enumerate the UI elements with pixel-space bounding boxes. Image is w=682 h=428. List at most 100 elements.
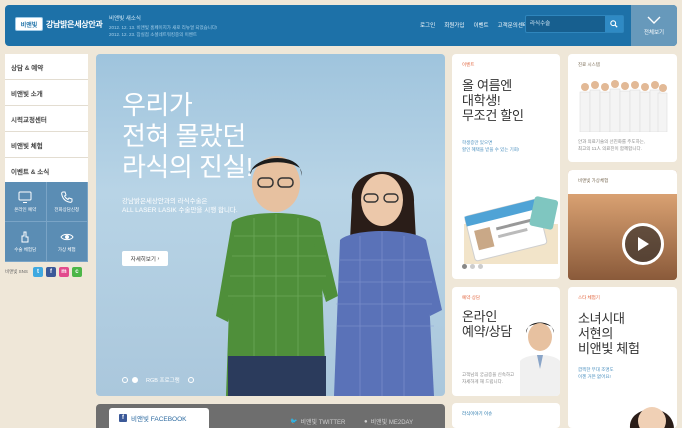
site-logo[interactable]: 비앤빛 강남밝은세상안과 — [15, 17, 103, 31]
issue-card[interactable]: 라식이야기 이슈 — [452, 403, 560, 428]
twitter-tab[interactable]: 🐦 비앤빛 TWITTER — [290, 417, 345, 426]
side-nav: 상담 & 예약 비앤빛 소개 시력교정센터 비앤빛 체험 이벤트 & 소식 — [5, 54, 88, 184]
facebook-icon[interactable]: f — [45, 267, 56, 277]
story-desc: 깜찍한 무대 조명도 이젠 거뜬 없어요! — [578, 367, 614, 380]
student-card-image — [464, 196, 559, 264]
login-link[interactable]: 로그인 — [420, 21, 435, 29]
staff-card[interactable]: 진료 시스템 안과 의료기술의 선진화를 주도하는, 최고의 11人 의료진이 … — [568, 54, 677, 162]
consult-title-line: 예약/상담 — [462, 324, 512, 339]
card-tag: 예약·상담 — [462, 295, 481, 300]
social-bar: f 비앤빛 FACEBOOK 🐦 비앤빛 TWITTER ● 비앤빛 ME2DA… — [96, 404, 445, 428]
play-icon — [638, 237, 649, 251]
consult-desc-line: 고객님의 궁금증을 신속하고 — [462, 372, 515, 377]
news-item[interactable]: 2012. 12. 13. 비앤빛 홈페이지가 새로 리뉴얼 되었습니다! — [109, 25, 217, 32]
star-photo — [629, 407, 674, 428]
quick-label: 수술 체험담 — [14, 247, 37, 252]
nav-item-consult[interactable]: 상담 & 예약 — [5, 54, 88, 80]
news-item[interactable]: 2012. 12. 23. 잠실점 소셜네트워킹중의 이벤트 — [109, 32, 217, 39]
hero-banner[interactable]: 우리가 전혀 몰랐던 라식의 진실! 강남밝은세상안과의 라식수술은 ALL L… — [96, 54, 445, 396]
hero-subtext-line: ALL LASER LASIK 수술만을 시행 합니다. — [122, 207, 238, 214]
pager-dot[interactable] — [470, 264, 475, 269]
hero-headline: 우리가 전혀 몰랐던 라식의 진실! — [122, 90, 253, 183]
story-desc-line: 깜찍한 무대 조명도 — [578, 367, 614, 372]
nav-item-experience[interactable]: 비앤빛 체험 — [5, 132, 88, 158]
pager-dot[interactable] — [462, 264, 467, 269]
staff-desc-line: 최고의 11人 의료진이 함께합니다. — [578, 145, 642, 151]
me2day-icon[interactable]: m — [58, 267, 69, 277]
news-list: 2012. 12. 13. 비앤빛 홈페이지가 새로 리뉴얼 되었습니다! 20… — [109, 25, 217, 38]
sns-links: 비앤빛 SNS t f m c — [5, 267, 82, 277]
event-link[interactable]: 이벤트 — [473, 21, 488, 29]
hand-icon — [21, 231, 29, 243]
quick-online-booking[interactable]: 온라인 예약 — [5, 182, 47, 222]
event-desc-line: 할인 혜택을 받을 수 있는 기회! — [462, 146, 520, 152]
slide-dot[interactable] — [122, 377, 128, 383]
quick-phone-consult[interactable]: 전화상담신청 — [46, 182, 88, 222]
star-story-card[interactable]: 스타 체험기 소녀시대 서현의 비앤빛 체험 깜찍한 무대 조명도 이젠 거뜬 … — [568, 287, 677, 428]
slide-dot[interactable] — [187, 377, 194, 383]
nav-item-vision-center[interactable]: 시력교정센터 — [5, 106, 88, 132]
virtual-experience-card[interactable]: 비앤빛 가상체험 — [568, 170, 677, 280]
me2day-tab[interactable]: ● 비앤빛 ME2DAY — [364, 417, 414, 427]
me2day-icon: ● — [364, 418, 368, 425]
signup-link[interactable]: 회원가입 — [444, 21, 464, 29]
eye-icon — [60, 233, 74, 241]
chevron-right-icon: › — [155, 255, 160, 262]
nav-item-events[interactable]: 이벤트 & 소식 — [5, 158, 88, 184]
search-input[interactable] — [530, 18, 604, 30]
doctors-photo — [579, 80, 668, 132]
me2day-tab-label: 비앤빛 ME2DAY — [370, 420, 414, 426]
quick-label: 전화상담신청 — [54, 207, 80, 212]
top-links: 로그인 회원가입 이벤트 고객문의센터 — [420, 21, 528, 29]
hero-subtext: 강남밝은세상안과의 라식수술은 ALL LASER LASIK 수술만을 시행 … — [122, 197, 238, 215]
hero-photo-woman — [334, 171, 442, 396]
news-title: 비앤빛 새소식 — [109, 16, 141, 22]
hero-caption: RGB 프로그램 — [146, 378, 180, 384]
phone-icon — [60, 191, 73, 203]
hero-subtext-line: 강남밝은세상안과의 라식수술은 — [122, 198, 208, 205]
hero-photo-man — [216, 156, 338, 396]
search-icon — [610, 20, 618, 28]
quick-virtual-experience[interactable]: 가상 체험 — [46, 222, 88, 262]
consult-card[interactable]: 예약·상담 온라인 예약/상담 고객님의 궁금증을 신속하고 자세하게 해 드립… — [452, 287, 560, 396]
consult-desc-line: 자세하게 해 드립니다. — [462, 378, 504, 384]
view-all-button[interactable]: 전체보기 — [631, 5, 677, 46]
play-button[interactable] — [622, 223, 664, 265]
hero-headline-line: 라식의 진실! — [122, 152, 253, 182]
consult-title-line: 온라인 — [462, 309, 497, 324]
staff-desc-line: 안과 의료기술의 선진화를 주도하는, — [578, 139, 646, 144]
event-card[interactable]: 이벤트 올 여름엔 대학생! 무조건 할인 학생증만 있으면 할인 혜택을 받을… — [452, 54, 560, 279]
facebook-icon: f — [119, 414, 127, 422]
hero-more-button[interactable]: 자세히보기 › — [122, 251, 168, 266]
story-title-line: 비앤빛 체험 — [578, 341, 640, 356]
logo-mark: 비앤빛 — [15, 17, 43, 31]
card-tag: 비앤빛 가상체험 — [578, 178, 609, 183]
quick-label: 온라인 예약 — [14, 207, 37, 212]
nav-item-about[interactable]: 비앤빛 소개 — [5, 80, 88, 106]
event-title-line: 대학생! — [462, 93, 501, 108]
support-link[interactable]: 고객문의센터 — [498, 21, 528, 29]
twitter-icon[interactable]: t — [32, 267, 43, 277]
chat-icon[interactable]: c — [71, 267, 82, 277]
facebook-tab[interactable]: f 비앤빛 FACEBOOK — [109, 408, 209, 428]
event-title-line: 무조건 할인 — [462, 108, 524, 123]
twitter-tab-label: 비앤빛 TWITTER — [300, 420, 346, 426]
slide-dot-active[interactable] — [132, 377, 138, 383]
hero-headline-line: 전혀 몰랐던 — [122, 121, 246, 151]
quick-menu: 온라인 예약 전화상담신청 수술 체험담 가상 체험 — [5, 182, 88, 262]
story-title-line: 서현의 — [578, 326, 613, 341]
search-button[interactable] — [605, 16, 623, 32]
story-desc-line: 이젠 거뜬 없어요! — [578, 373, 611, 379]
story-title-line: 소녀시대 — [578, 311, 625, 326]
consultant-photo — [520, 322, 560, 396]
event-desc: 학생증만 있으면 할인 혜택을 받을 수 있는 기회! — [462, 140, 519, 153]
staff-desc: 안과 의료기술의 선진화를 주도하는, 최고의 11人 의료진이 함께합니다. — [578, 139, 645, 152]
pager-dot[interactable] — [478, 264, 483, 269]
hero-more-label: 자세히보기 — [130, 256, 156, 263]
search-box — [525, 15, 624, 33]
chevron-down-icon — [647, 16, 661, 24]
consult-desc: 고객님의 궁금증을 신속하고 자세하게 해 드립니다. — [462, 372, 514, 385]
quick-surgery-review[interactable]: 수술 체험담 — [5, 222, 47, 262]
event-title: 올 여름엔 대학생! 무조건 할인 — [462, 78, 524, 123]
card-tag: 스타 체험기 — [578, 295, 600, 300]
